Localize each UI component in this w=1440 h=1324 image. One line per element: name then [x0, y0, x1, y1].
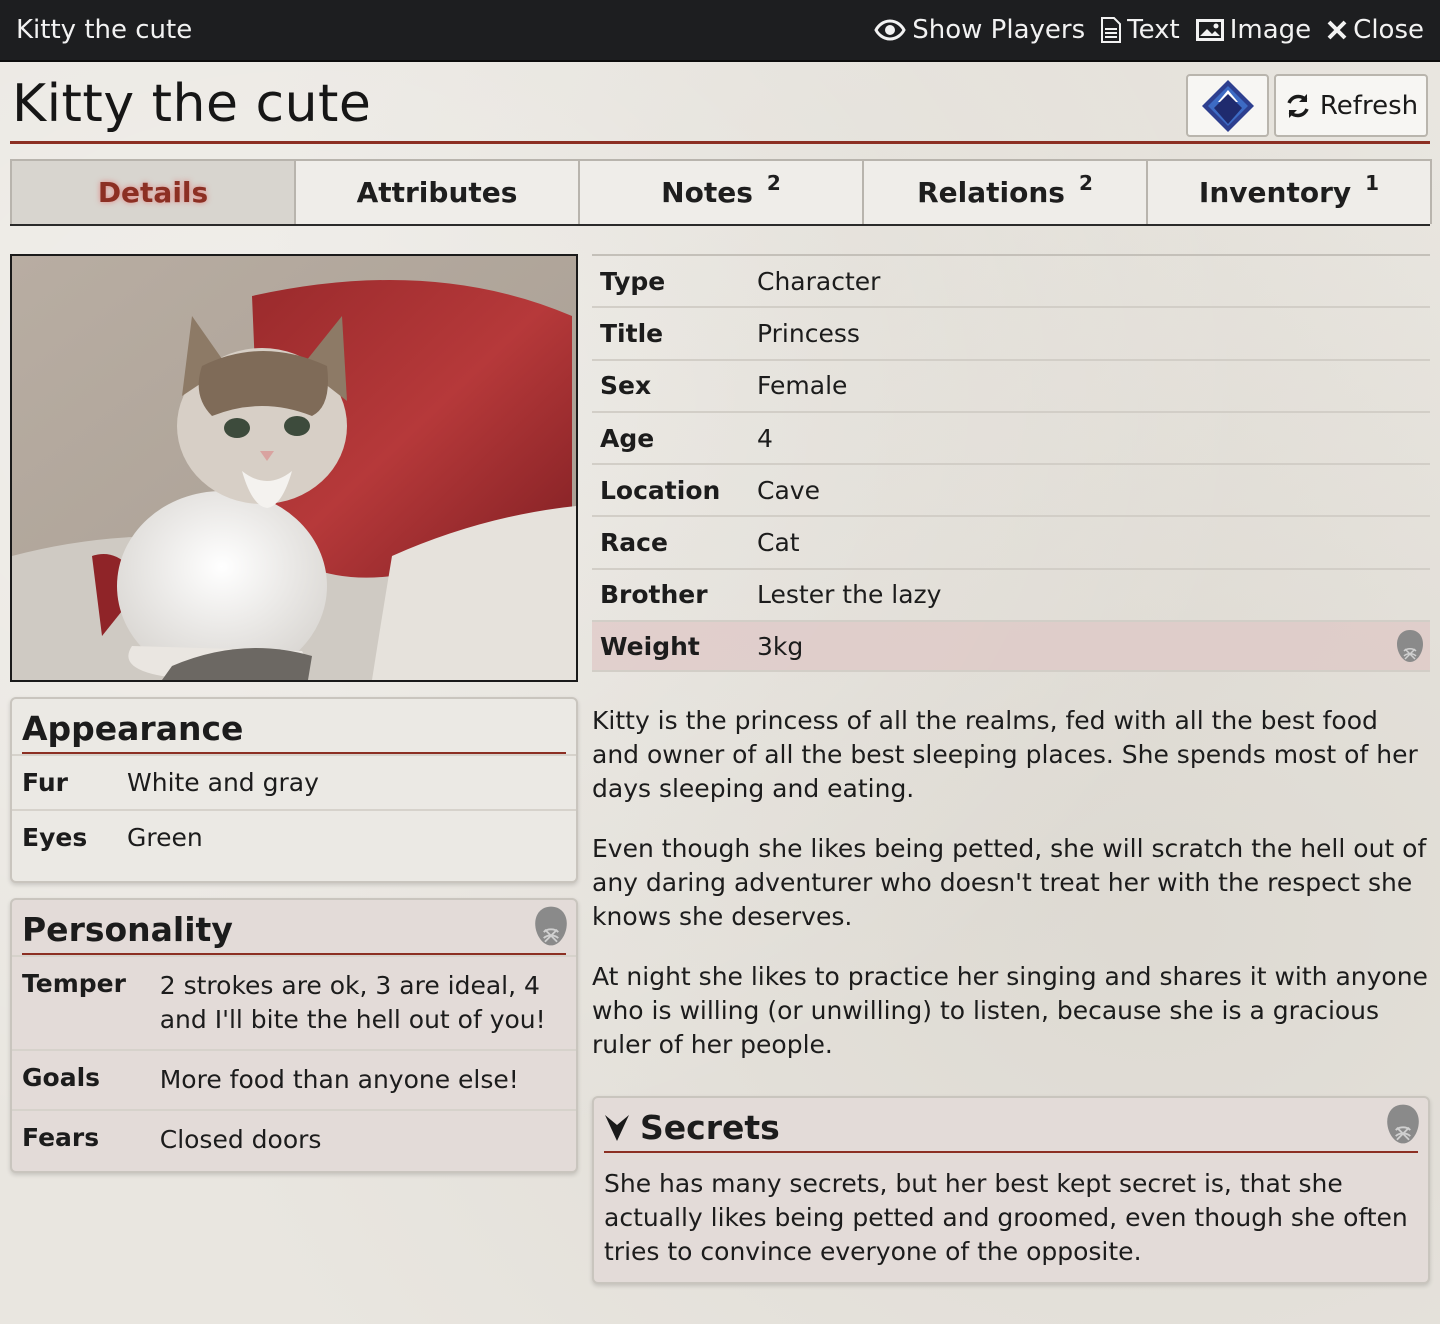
attribute-key: Location: [600, 475, 721, 505]
window-title: Kitty the cute: [16, 15, 193, 45]
entry-paragraph: Kitty is the princess of all the realms,…: [592, 706, 1418, 803]
tab-inventory[interactable]: Inventory 1: [1146, 159, 1432, 224]
tab-label: Inventory: [1198, 176, 1352, 209]
attribute-key: Goals: [22, 1063, 101, 1092]
attribute-value: 2 strokes are ok, 3 are ideal, 4 and I'l…: [159, 971, 546, 1034]
entry-paragraph: Even though she likes being petted, she …: [592, 834, 1427, 931]
appearance-heading: Appearance: [12, 699, 576, 754]
attribute-row-sex: Sex Female: [592, 358, 1430, 411]
attribute-value: Female: [757, 371, 848, 401]
refresh-button[interactable]: Refresh: [1274, 74, 1428, 137]
attribute-value: 4: [757, 423, 773, 453]
refresh-label: Refresh: [1319, 90, 1419, 121]
kitten-photo: [12, 256, 576, 680]
window-actions: Show Players Text Image Close: [874, 15, 1424, 45]
attribute-value: 3kg: [757, 631, 804, 661]
close-label: Close: [1353, 15, 1424, 45]
attribute-row-location: Location Cave: [592, 463, 1430, 515]
personality-row-goals: Goals More food than anyone else!: [12, 1049, 576, 1109]
attribute-value[interactable]: Lester the lazy: [757, 580, 1430, 609]
picture-icon: [1195, 19, 1224, 41]
attribute-row-age: Age 4: [592, 410, 1430, 463]
show-players-label: Show Players: [912, 15, 1086, 45]
personality-row-temper: Temper 2 strokes are ok, 3 are ideal, 4 …: [12, 955, 576, 1049]
attribute-key: Age: [600, 423, 655, 453]
attribute-key: Fears: [22, 1123, 100, 1152]
count-badge: 2: [766, 170, 781, 195]
attribute-key: Race: [600, 528, 668, 558]
app-logo-button[interactable]: [1186, 74, 1269, 137]
personality-heading: Personality: [12, 900, 576, 955]
attribute-value[interactable]: Cave: [757, 476, 1430, 505]
image-label: Image: [1229, 15, 1312, 45]
personality-box: Personality Temper 2 strokes are ok, 3 a…: [10, 898, 578, 1173]
count-badge: 1: [1365, 170, 1380, 195]
eye-icon: [874, 19, 906, 41]
attribute-value: Closed doors: [159, 1125, 322, 1154]
tab-label: Relations: [917, 176, 1065, 209]
entity-portrait[interactable]: [10, 254, 578, 682]
appearance-row-fur: Fur White and gray: [12, 754, 576, 809]
appearance-box: Appearance Fur White and gray Eyes Green: [10, 697, 578, 883]
attribute-value: Princess: [757, 318, 860, 348]
private-mask-icon: [1387, 1104, 1419, 1144]
attribute-value: More food than anyone else!: [159, 1065, 519, 1094]
tab-label: Notes: [661, 176, 753, 209]
tab-label: Details: [97, 176, 209, 209]
entry-paragraph: At night she likes to practice her singi…: [592, 962, 1428, 1059]
image-button[interactable]: Image: [1195, 15, 1312, 45]
attribute-key: Sex: [600, 371, 652, 401]
close-button[interactable]: Close: [1327, 15, 1424, 45]
attribute-key: Title: [600, 318, 664, 348]
private-mask-icon: [535, 906, 567, 946]
attribute-key: Fur: [22, 768, 68, 797]
attribute-key: Eyes: [22, 823, 88, 852]
text-button[interactable]: Text: [1101, 15, 1180, 45]
window-titlebar: Kitty the cute Show Players Text Image C…: [0, 0, 1440, 62]
attributes-table: Type Character Title Princess Sex Female…: [592, 254, 1430, 673]
tab-details[interactable]: Details: [10, 159, 296, 224]
refresh-icon: [1287, 93, 1309, 118]
document-icon: [1101, 17, 1122, 43]
box-title-text: Secrets: [640, 1108, 780, 1147]
close-icon: [1327, 20, 1347, 40]
entry-description: Kitty is the princess of all the realms,…: [592, 704, 1432, 1088]
attribute-value: Character: [757, 266, 881, 296]
box-title-text: Appearance: [22, 709, 244, 748]
private-mask-icon: [1397, 630, 1423, 663]
tab-relations[interactable]: Relations 2: [862, 159, 1148, 224]
attribute-value: White and gray: [127, 768, 319, 797]
tab-attributes[interactable]: Attributes: [294, 159, 580, 224]
collapse-chevron-icon[interactable]: [604, 1113, 630, 1143]
count-badge: 2: [1078, 170, 1093, 195]
entity-header: Kitty the cute Refresh: [10, 62, 1430, 144]
attribute-row-race: Race Cat: [592, 515, 1430, 567]
mountain-logo-icon: [1201, 79, 1254, 132]
attribute-row-brother: Brother Lester the lazy: [592, 567, 1430, 620]
page-title: Kitty the cute: [12, 74, 372, 134]
show-players-button[interactable]: Show Players: [874, 15, 1085, 45]
attribute-value: Green: [127, 823, 203, 852]
tab-notes[interactable]: Notes 2: [578, 159, 864, 224]
secrets-text: She has many secrets, but her best kept …: [604, 1169, 1408, 1266]
attribute-key: Weight: [600, 631, 700, 661]
text-label: Text: [1127, 15, 1180, 45]
attribute-key: Temper: [22, 969, 126, 998]
appearance-row-eyes: Eyes Green: [12, 809, 576, 864]
attribute-row-type: Type Character: [592, 254, 1430, 306]
attribute-row-weight: Weight 3kg: [592, 620, 1430, 673]
tab-label: Attributes: [356, 176, 518, 209]
secrets-box: Secrets She has many secrets, but her be…: [592, 1096, 1430, 1284]
secrets-heading[interactable]: Secrets: [594, 1098, 1428, 1147]
box-title-text: Personality: [22, 910, 233, 949]
attribute-value[interactable]: Cat: [757, 528, 1430, 557]
attribute-row-title: Title Princess: [592, 306, 1430, 358]
tab-bar: Details Attributes Notes 2 Relations 2 I…: [10, 159, 1432, 226]
attribute-key: Type: [600, 266, 666, 296]
attribute-key: Brother: [600, 580, 708, 610]
personality-row-fears: Fears Closed doors: [12, 1109, 576, 1169]
